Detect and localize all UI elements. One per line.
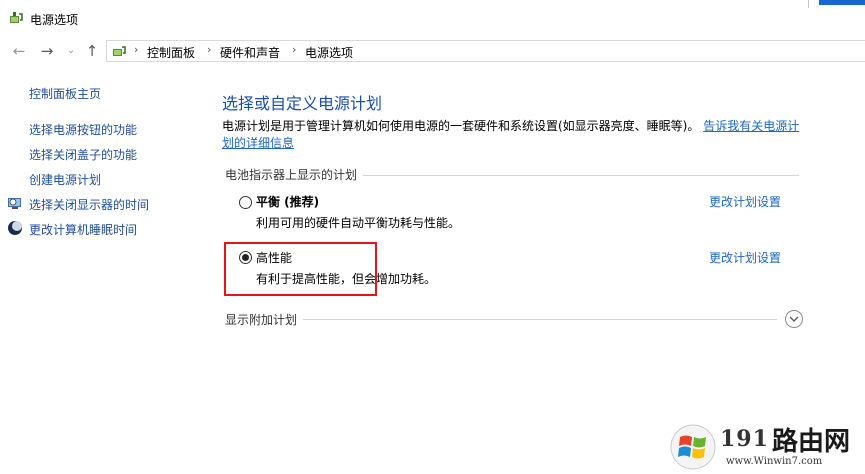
monitor-clock-icon [8, 198, 21, 209]
additional-plans-divider [303, 319, 777, 320]
breadcrumb-separator-icon: › [134, 43, 139, 56]
breadcrumb-control-panel[interactable]: 控制面板 [147, 44, 195, 61]
arrow-left-icon[interactable]: ← [10, 42, 28, 60]
arrow-right-icon[interactable]: → [38, 42, 56, 60]
watermark: 191 路由网 www.Winwin7.com [670, 418, 865, 474]
sidebar-item-sleep-time[interactable]: 更改计算机睡眠时间 [29, 221, 137, 238]
highlight-annotation [224, 242, 377, 296]
title-bar: 电源选项 [0, 0, 865, 38]
windows-logo-icon [670, 424, 716, 470]
control-panel-icon [113, 46, 126, 56]
page-title: 选择或自定义电源计划 [222, 94, 383, 113]
change-plan-settings-high-performance[interactable]: 更改计划设置 [709, 249, 781, 266]
power-options-icon [10, 12, 23, 23]
description-text: 电源计划是用于管理计算机如何使用电源的一套硬件和系统设置(如显示器亮度、睡眠等)… [222, 119, 700, 133]
address-bar[interactable]: › 控制面板 › 硬件和声音 › 电源选项 [106, 40, 865, 62]
breadcrumb-power-options[interactable]: 电源选项 [305, 44, 353, 61]
close-button[interactable] [819, 0, 865, 5]
change-plan-settings-balanced[interactable]: 更改计划设置 [709, 193, 781, 210]
watermark-url: www.Winwin7.com [726, 456, 823, 467]
watermark-number: 191 [720, 426, 769, 452]
sidebar-item-create-plan[interactable]: 创建电源计划 [29, 171, 101, 188]
chevron-down-icon[interactable]: ⌄ [62, 42, 80, 60]
radio-balanced[interactable] [239, 196, 252, 209]
expand-button[interactable] [785, 310, 803, 328]
sidebar-item-home[interactable]: 控制面板主页 [29, 85, 101, 102]
chevron-down-icon [789, 316, 799, 322]
breadcrumb-separator-icon: › [207, 43, 212, 56]
watermark-name: 路由网 [772, 427, 851, 457]
sidebar-item-lid[interactable]: 选择关闭盖子的功能 [29, 146, 137, 163]
plan-desc-balanced: 利用可用的硬件自动平衡功耗与性能。 [256, 216, 461, 230]
show-additional-plans-label[interactable]: 显示附加计划 [225, 311, 297, 328]
navigation-bar: ← → ⌄ ↑ › 控制面板 › 硬件和声音 › 电源选项 [0, 38, 865, 64]
breadcrumb-separator-icon: › [292, 43, 297, 56]
section-divider [363, 175, 799, 176]
arrow-up-icon[interactable]: ↑ [83, 42, 101, 60]
breadcrumb-hardware-sound[interactable]: 硬件和声音 [220, 44, 280, 61]
sidebar-item-display-off[interactable]: 选择关闭显示器的时间 [29, 196, 149, 213]
plan-description: 电源计划是用于管理计算机如何使用电源的一套硬件和系统设置(如显示器亮度、睡眠等)… [222, 118, 802, 152]
section-heading: 电池指示器上显示的计划 [225, 168, 358, 182]
plan-name-balanced[interactable]: 平衡 (推荐) [256, 193, 319, 210]
title-divider [808, 0, 809, 8]
window-title: 电源选项 [30, 13, 79, 27]
moon-icon [8, 221, 22, 235]
sidebar-item-power-button[interactable]: 选择电源按钮的功能 [29, 121, 137, 138]
